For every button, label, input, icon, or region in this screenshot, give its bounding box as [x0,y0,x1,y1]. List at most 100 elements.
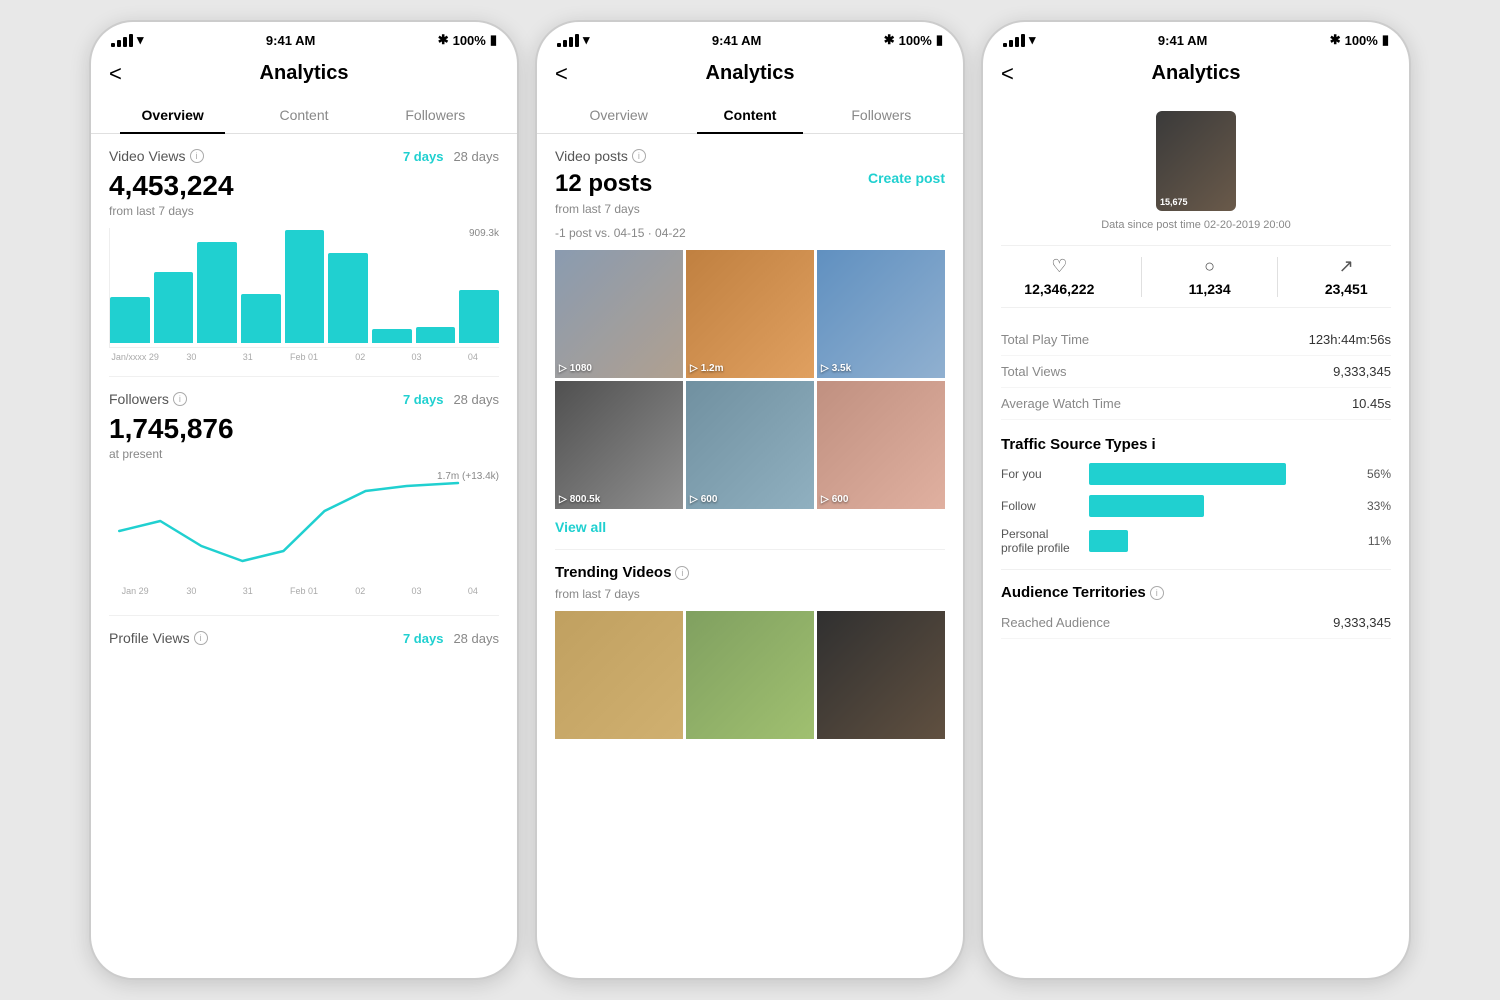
status-left-1: ▾ [111,32,144,48]
status-left-2: ▾ [557,32,590,48]
tab-content-1[interactable]: Content [238,97,369,133]
battery-icon-2: ▮ [936,32,943,48]
trending-item-0[interactable] [555,611,683,739]
info-icon-profile[interactable]: i [194,631,208,645]
play-icon-5: ▷ [821,494,829,505]
grid-overlay-3: ▷ 800.5k [559,494,600,505]
info-icon-followers[interactable]: i [173,392,187,406]
line-chart-labels: Jan 29 30 31 Feb 01 02 03 04 [109,586,499,596]
period-links-views: 7 days 28 days [403,149,499,164]
grid-item-4[interactable]: ▷ 600 [686,381,814,509]
grid-item-0[interactable]: ▷ 1080 [555,250,683,378]
traffic-bar-1 [1089,495,1204,517]
posts-count-header: 12 posts Create post [555,170,945,198]
profile-views-header: Profile Views i 7 days 28 days [109,630,499,646]
grid-overlay-5: ▷ 600 [821,494,848,505]
trending-grid [555,611,945,739]
stat-value-2: 10.45s [1352,396,1391,411]
back-button-3[interactable]: < [1001,61,1014,87]
audience-section-header: Audience Territories i [1001,584,1391,601]
signal-icon [111,34,133,47]
status-right-1: ✱ 100% ▮ [438,32,497,48]
period-28days-views[interactable]: 28 days [453,149,499,164]
chart-label-4: 02 [334,352,386,362]
play-icon-3: ▷ [559,494,567,505]
content-3: 15,675 Data since post time 02-20-2019 2… [983,97,1409,978]
grid-item-1[interactable]: ▷ 1.2m [686,250,814,378]
video-thumb-wrapper: 15,675 [1001,111,1391,211]
play-icon-1: ▷ [690,363,698,374]
view-all-button[interactable]: View all [555,519,945,535]
play-icon-4: ▷ [690,494,698,505]
tab-followers-2[interactable]: Followers [816,97,947,133]
signal-icon-2 [557,34,579,47]
stat-row-1: Total Views 9,333,345 [1001,356,1391,388]
info-icon-posts[interactable]: i [632,149,646,163]
tab-overview-1[interactable]: Overview [107,97,238,133]
profile-views-title: Profile Views i [109,630,208,646]
back-button-2[interactable]: < [555,61,568,87]
info-icon-trending[interactable]: i [675,566,689,580]
page-title-2: Analytics [706,62,795,85]
video-views-header: Video Views i 7 days 28 days [109,148,499,164]
period-28days-profile[interactable]: 28 days [453,631,499,646]
period-28days-followers[interactable]: 28 days [453,392,499,407]
reached-audience-label: Reached Audience [1001,615,1110,630]
grid-item-3[interactable]: ▷ 800.5k [555,381,683,509]
grid-item-5[interactable]: ▷ 600 [817,381,945,509]
status-right-2: ✱ 100% ▮ [884,32,943,48]
tabs-1: Overview Content Followers [91,97,517,134]
tab-overview-2[interactable]: Overview [553,97,684,133]
back-button-1[interactable]: < [109,61,122,87]
play-icon-0: ▷ [559,363,567,374]
followers-title: Followers i [109,391,187,407]
grid-overlay-2: ▷ 3.5k [821,363,851,374]
grid-views-5: 600 [832,494,849,505]
divider-4 [1001,569,1391,570]
bluetooth-icon-1: ✱ [438,32,449,48]
traffic-bar-wrap-0 [1089,463,1351,485]
create-post-button[interactable]: Create post [868,170,945,186]
chart-label-5: 03 [390,352,442,362]
grid-views-4: 600 [701,494,718,505]
stat-value-0: 123h:44m:56s [1309,332,1391,347]
bar-chart-labels-views: Jan/xxxx 29 30 31 Feb 01 02 03 04 [109,352,499,362]
period-7days-profile[interactable]: 7 days [403,631,443,646]
tab-followers-1[interactable]: Followers [370,97,501,133]
traffic-title: Traffic Source Types i [1001,436,1391,453]
period-7days-views[interactable]: 7 days [403,149,443,164]
trending-title: Trending Videos i [555,564,689,581]
battery-3: 100% [1345,33,1378,48]
video-views-chart: 909.3k Jan/xxxx 29 30 31 Feb 01 02 03 04 [109,228,499,362]
video-thumbnail[interactable]: 15,675 [1156,111,1236,211]
stat-label-2: Average Watch Time [1001,396,1121,411]
trending-item-2[interactable] [817,611,945,739]
trending-item-1[interactable] [686,611,814,739]
play-icon-2: ▷ [821,363,829,374]
line-chart-svg [109,471,499,581]
divider-1 [109,376,499,377]
shares-item: ↗ 23,451 [1325,256,1368,297]
period-links-profile: 7 days 28 days [403,631,499,646]
content-1: Video Views i 7 days 28 days 4,453,224 f… [91,134,517,978]
info-icon-views[interactable]: i [190,149,204,163]
comments-value: 11,234 [1189,281,1231,297]
likes-item: ♡ 12,346,222 [1024,256,1094,297]
audience-title: Audience Territories i [1001,584,1164,601]
phone-2: ▾ 9:41 AM ✱ 100% ▮ < Analytics Overview … [535,20,965,980]
traffic-row-2: Personal profile profile 11% [1001,527,1391,555]
followers-sublabel: at present [109,447,499,461]
tabs-2: Overview Content Followers [537,97,963,134]
comments-item: ○ 11,234 [1189,256,1231,297]
info-icon-traffic[interactable]: i [1151,436,1155,453]
info-icon-audience[interactable]: i [1150,586,1164,600]
video-posts-title: Video posts i [555,148,646,164]
grid-item-2[interactable]: ▷ 3.5k [817,250,945,378]
tab-content-2[interactable]: Content [684,97,815,133]
grid-views-0: 1080 [570,363,592,374]
traffic-label-2: Personal profile profile [1001,527,1081,555]
likes-value: 12,346,222 [1024,281,1094,297]
chart-label-1: 30 [165,352,217,362]
period-7days-followers[interactable]: 7 days [403,392,443,407]
bluetooth-icon-2: ✱ [884,32,895,48]
